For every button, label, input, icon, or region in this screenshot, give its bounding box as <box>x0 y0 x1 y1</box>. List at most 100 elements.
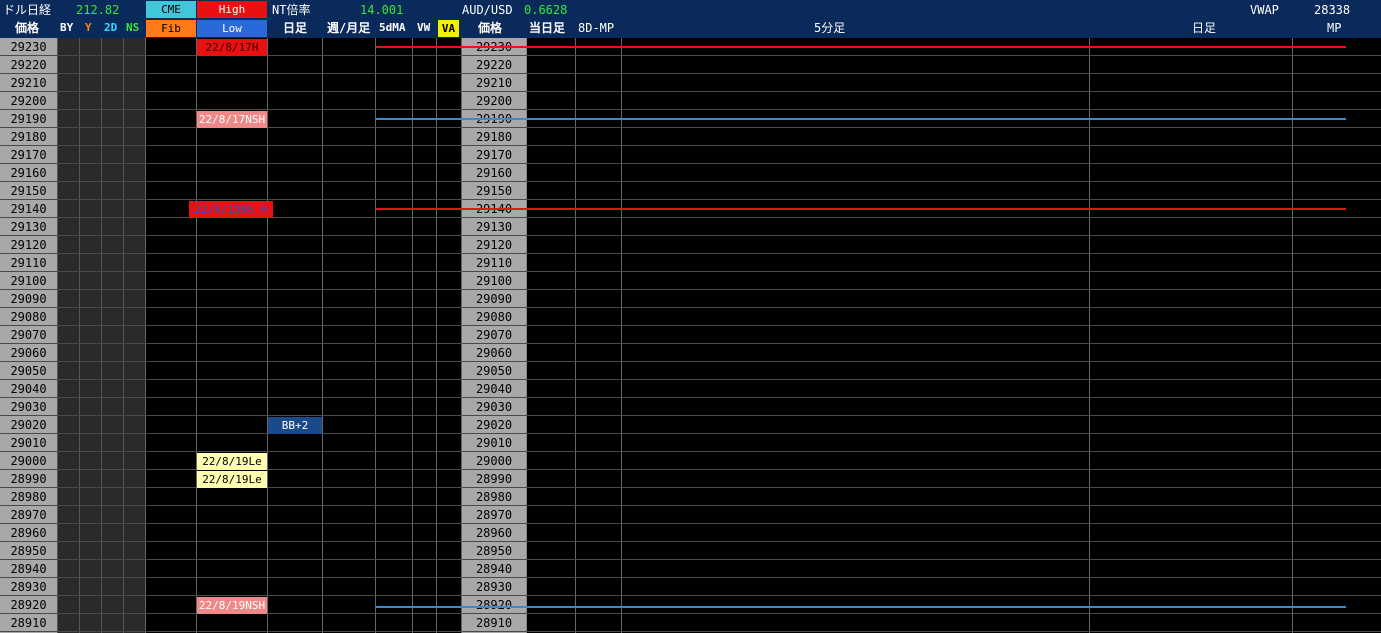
high-level-line-29230 <box>376 46 1346 48</box>
by-column-header: BY <box>60 21 74 34</box>
price-cell-right[interactable]: 28990 <box>462 470 526 488</box>
price-cell-right[interactable]: 29200 <box>462 92 526 110</box>
row-divider <box>0 235 1381 236</box>
price-cell-right[interactable]: 28970 <box>462 506 526 524</box>
price-cell-left[interactable]: 29000 <box>0 452 57 470</box>
price-cell-left[interactable]: 29070 <box>0 326 57 344</box>
row-divider <box>0 343 1381 344</box>
price-cell-right[interactable]: 28960 <box>462 524 526 542</box>
low-header[interactable]: Low <box>197 20 267 37</box>
price-cell-right[interactable]: 29090 <box>462 290 526 308</box>
price-cell-right[interactable]: 29180 <box>462 128 526 146</box>
price-cell-right[interactable]: 29100 <box>462 272 526 290</box>
price-cell-left[interactable]: 29060 <box>0 344 57 362</box>
price-cell-right[interactable]: 29020 <box>462 416 526 434</box>
price-column-header-right: 価格 <box>478 21 503 35</box>
price-cell-left[interactable]: 29200 <box>0 92 57 110</box>
price-cell-right[interactable]: 29220 <box>462 56 526 74</box>
price-cell-right[interactable]: 28920 <box>462 596 526 614</box>
price-cell-left[interactable]: 29100 <box>0 272 57 290</box>
price-cell-left[interactable]: 29040 <box>0 380 57 398</box>
high-level-line-29140 <box>376 208 1346 210</box>
row-divider <box>0 559 1381 560</box>
row-divider <box>0 361 1381 362</box>
daily-column-header: 日足 <box>283 21 308 35</box>
price-cell-right[interactable]: 29010 <box>462 434 526 452</box>
price-cell-left[interactable]: 28920 <box>0 596 57 614</box>
price-cell-left[interactable]: 29050 <box>0 362 57 380</box>
audusd-label: AUD/USD <box>462 3 513 17</box>
price-cell-right[interactable]: 29160 <box>462 164 526 182</box>
ns-column-header: NS <box>126 21 140 34</box>
vwap-label: VWAP <box>1250 3 1279 17</box>
row-divider <box>0 523 1381 524</box>
price-cell-left[interactable]: 29170 <box>0 146 57 164</box>
nt-ratio-label: NT倍率 <box>272 3 311 17</box>
price-cell-left[interactable]: 28980 <box>0 488 57 506</box>
5dma-column-header: 5dMA <box>379 21 406 34</box>
row-divider <box>0 307 1381 308</box>
price-cell-left[interactable]: 29120 <box>0 236 57 254</box>
high-low-label-28920: 22/8/19NSH <box>197 597 267 614</box>
price-cell-left[interactable]: 28940 <box>0 560 57 578</box>
fib-header[interactable]: Fib <box>146 20 196 37</box>
price-cell-left[interactable]: 29130 <box>0 218 57 236</box>
header-bar: ドル日経 212.82 CME High NT倍率 14.001 AUD/USD… <box>0 0 1381 38</box>
price-cell-right[interactable]: 29170 <box>462 146 526 164</box>
price-cell-right[interactable]: 29120 <box>462 236 526 254</box>
price-cell-left[interactable]: 29190 <box>0 110 57 128</box>
week-month-column-header: 週/月足 <box>327 21 371 35</box>
row-divider <box>0 397 1381 398</box>
price-cell-left[interactable]: 28990 <box>0 470 57 488</box>
cme-header[interactable]: CME <box>146 1 196 18</box>
va-column-header[interactable]: VA <box>438 20 459 37</box>
price-cell-right[interactable]: 29060 <box>462 344 526 362</box>
price-cell-right[interactable]: 28910 <box>462 614 526 632</box>
bb-plus2-label: BB+2 <box>268 417 322 434</box>
price-cell-left[interactable]: 29010 <box>0 434 57 452</box>
price-cell-left[interactable]: 29110 <box>0 254 57 272</box>
price-cell-left[interactable]: 29160 <box>0 164 57 182</box>
nt-ratio-value: 14.001 <box>360 3 404 17</box>
price-cell-right[interactable]: 29210 <box>462 74 526 92</box>
price-cell-right[interactable]: 29150 <box>462 182 526 200</box>
price-cell-left[interactable]: 29090 <box>0 290 57 308</box>
price-cell-right[interactable]: 29130 <box>462 218 526 236</box>
high-low-label-28990: 22/8/19Le <box>197 471 267 488</box>
price-cell-left[interactable]: 29140 <box>0 200 57 218</box>
dollar-nikkei-label: ドル日経 <box>3 3 52 17</box>
price-cell-right[interactable]: 29080 <box>462 308 526 326</box>
price-cell-left[interactable]: 29030 <box>0 398 57 416</box>
price-cell-right[interactable]: 28940 <box>462 560 526 578</box>
price-cell-left[interactable]: 29020 <box>0 416 57 434</box>
price-cell-left[interactable]: 28950 <box>0 542 57 560</box>
price-cell-right[interactable]: 28930 <box>462 578 526 596</box>
price-cell-right[interactable]: 29000 <box>462 452 526 470</box>
price-cell-left[interactable]: 28960 <box>0 524 57 542</box>
price-cell-left[interactable]: 28910 <box>0 614 57 632</box>
price-cell-left[interactable]: 29210 <box>0 74 57 92</box>
price-cell-left[interactable]: 29180 <box>0 128 57 146</box>
high-header[interactable]: High <box>197 1 267 18</box>
price-cell-right[interactable]: 28950 <box>462 542 526 560</box>
price-cell-right[interactable]: 29030 <box>462 398 526 416</box>
row-divider <box>0 91 1381 92</box>
price-cell-right[interactable]: 28980 <box>462 488 526 506</box>
price-cell-left[interactable]: 29230 <box>0 38 57 56</box>
row-divider <box>0 631 1381 632</box>
row-divider <box>0 595 1381 596</box>
price-cell-right[interactable]: 29050 <box>462 362 526 380</box>
price-cell-right[interactable]: 29110 <box>462 254 526 272</box>
price-cell-left[interactable]: 28930 <box>0 578 57 596</box>
row-divider <box>0 325 1381 326</box>
row-divider <box>0 163 1381 164</box>
audusd-value: 0.6628 <box>524 3 568 17</box>
price-cell-left[interactable]: 29150 <box>0 182 57 200</box>
dollar-nikkei-value: 212.82 <box>76 3 120 17</box>
price-cell-right[interactable]: 29070 <box>462 326 526 344</box>
price-cell-left[interactable]: 28970 <box>0 506 57 524</box>
price-cell-right[interactable]: 29040 <box>462 380 526 398</box>
price-cell-left[interactable]: 29220 <box>0 56 57 74</box>
row-divider <box>0 253 1381 254</box>
price-cell-left[interactable]: 29080 <box>0 308 57 326</box>
